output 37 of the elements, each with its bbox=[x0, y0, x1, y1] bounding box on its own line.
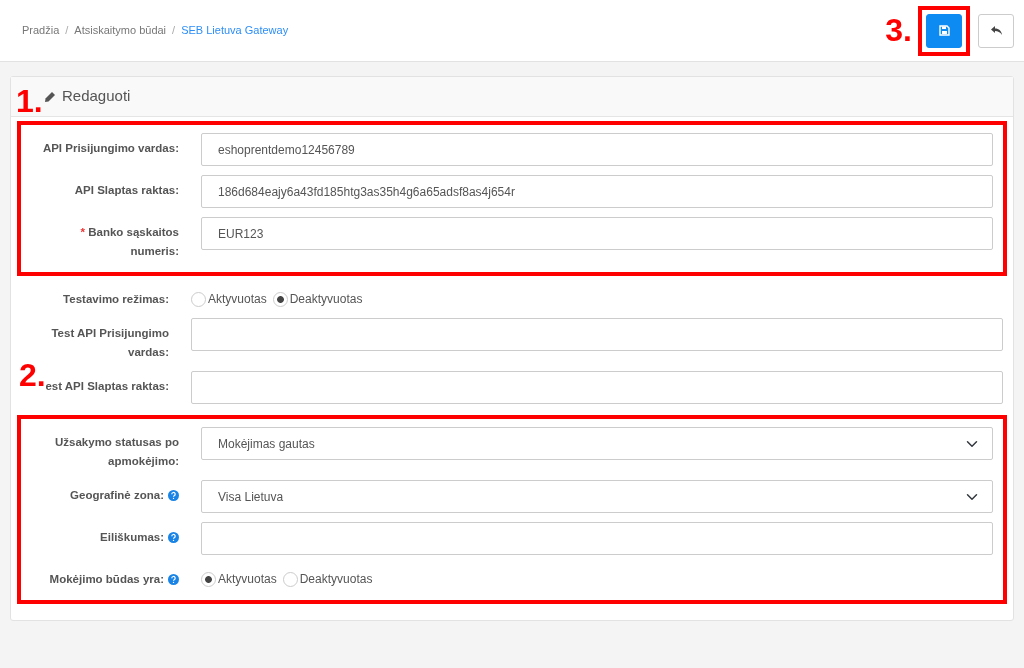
annotation-number: 3. bbox=[885, 13, 912, 46]
help-icon bbox=[168, 574, 179, 585]
radio-option[interactable]: Aktyvuotas bbox=[191, 290, 267, 308]
annotation-number: 2. bbox=[19, 359, 46, 391]
breadcrumb-link[interactable]: Atsiskaitymo būdai bbox=[74, 22, 167, 39]
field-label: est API Slaptas raktas: bbox=[45, 380, 169, 394]
field-label: Test API Prisijungimo vardas: bbox=[50, 326, 169, 360]
breadcrumb-separator: / bbox=[172, 23, 176, 39]
field-label: Užsakymo statusas po apmokėjimo: bbox=[54, 435, 179, 469]
dropdown-field[interactable]: Visa Lietuva bbox=[201, 480, 993, 513]
dropdown-field[interactable]: Mokėjimas gautas bbox=[201, 427, 993, 460]
field-label: * Banko sąskaitos numeris: bbox=[79, 225, 179, 259]
breadcrumb-separator: / bbox=[65, 23, 69, 39]
radio-option[interactable]: Aktyvuotas bbox=[201, 570, 277, 588]
field-label: Testavimo režimas: bbox=[63, 292, 169, 307]
field-label: Mokėjimo būdas yra: bbox=[49, 572, 164, 587]
text-field[interactable] bbox=[191, 318, 1003, 351]
back-button[interactable] bbox=[978, 13, 1014, 48]
help-icon bbox=[168, 490, 179, 501]
text-field[interactable]: EUR123 bbox=[201, 217, 993, 250]
radio-option[interactable]: Deaktyvuotas bbox=[282, 570, 373, 588]
text-field[interactable]: eshoprentdemo12456789 bbox=[201, 133, 993, 166]
save-button[interactable] bbox=[926, 13, 962, 48]
field-label: Eiliškumas: bbox=[100, 530, 164, 545]
field-label: API Slaptas raktas: bbox=[74, 183, 179, 198]
text-field[interactable] bbox=[191, 371, 1003, 404]
field-label: Geografinė zona: bbox=[70, 488, 164, 503]
text-field[interactable]: 186d684eajy6a43fd185htg3as35h4g6a65adsf8as4j654r bbox=[201, 175, 993, 208]
field-label: API Prisijungimo vardas: bbox=[42, 141, 179, 156]
card-title: Redaguoti bbox=[62, 86, 131, 107]
breadcrumb-link[interactable]: Pradžia bbox=[22, 22, 60, 39]
help-icon bbox=[168, 532, 179, 543]
reply-arrow-icon bbox=[989, 25, 1003, 36]
radio-option[interactable]: Deaktyvuotas bbox=[272, 290, 363, 308]
text-field[interactable] bbox=[201, 522, 993, 555]
annotation-number: 1. bbox=[16, 85, 43, 117]
pencil-icon bbox=[44, 90, 56, 103]
